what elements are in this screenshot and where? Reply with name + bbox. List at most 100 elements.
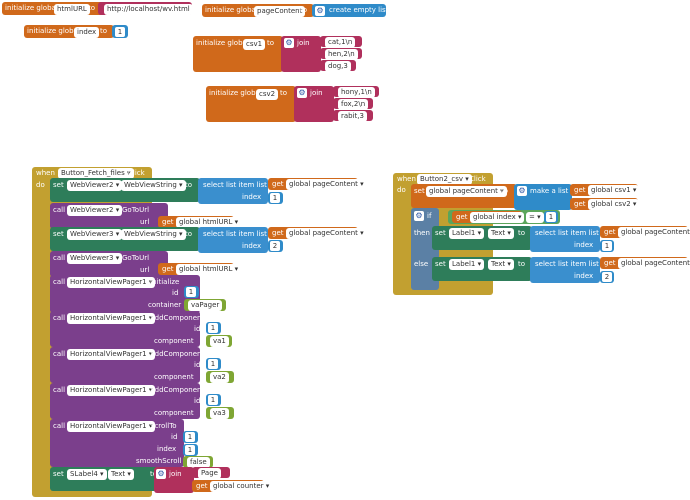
- gear-icon[interactable]: ⚙: [297, 88, 307, 98]
- number-block-id-2[interactable]: 1: [206, 322, 221, 334]
- get-page-content-then[interactable]: get global pageContent: [600, 226, 690, 238]
- call-hvp-addcomponent-2[interactable]: call HorizontalViewPager1 AddComponent i…: [50, 347, 204, 383]
- get-csv1[interactable]: get global csv1: [570, 184, 640, 196]
- make-a-list-block[interactable]: ⚙ make a list: [514, 184, 572, 210]
- var-name-pagecontent[interactable]: pageContent: [254, 6, 306, 17]
- component-dropdown[interactable]: WebViewer2: [67, 205, 123, 216]
- init-global-csv1[interactable]: initialize global csv1 to: [193, 36, 283, 72]
- var-name-index[interactable]: index: [74, 27, 100, 38]
- property-dropdown[interactable]: Text: [488, 259, 514, 270]
- compare-block[interactable]: get global index = 1: [448, 210, 560, 224]
- call-hvp-addcomponent-1[interactable]: call HorizontalViewPager1 AddComponent i…: [50, 311, 204, 347]
- variable-dropdown[interactable]: global csv1: [588, 185, 640, 196]
- number-block-then[interactable]: 1: [600, 240, 614, 252]
- component-name[interactable]: va3: [210, 408, 229, 419]
- variable-dropdown[interactable]: global htmlURL: [176, 264, 242, 275]
- number-block-1[interactable]: 1: [268, 192, 283, 204]
- text-value[interactable]: hony,1\n: [338, 87, 375, 98]
- variable-dropdown[interactable]: global csv2: [588, 199, 640, 210]
- component-dropdown[interactable]: WebViewer3: [67, 229, 123, 240]
- join-block-csv1[interactable]: ⚙ join: [281, 36, 321, 72]
- component-dropdown[interactable]: HorizontalViewPager1: [67, 313, 156, 324]
- create-empty-list-block[interactable]: ⚙ create empty list: [312, 4, 388, 17]
- component-name[interactable]: va1: [210, 336, 229, 347]
- operator-dropdown[interactable]: =: [526, 212, 544, 223]
- select-list-item-block-2[interactable]: select list item list index: [198, 227, 268, 253]
- gear-icon[interactable]: ⚙: [156, 469, 166, 479]
- component-va2[interactable]: va2: [206, 371, 234, 383]
- gear-icon[interactable]: ⚙: [315, 6, 325, 16]
- number-value[interactable]: 1: [115, 27, 125, 37]
- component-dropdown[interactable]: Label1: [449, 259, 485, 270]
- text-value[interactable]: rabit,3: [338, 111, 367, 122]
- component-vapager[interactable]: vaPager: [184, 299, 226, 311]
- set-label1-text-then[interactable]: set Label1 Text to: [432, 226, 532, 250]
- set-webviewer3-block[interactable]: set WebViewer3 WebViewString to: [50, 227, 200, 251]
- variable-dropdown[interactable]: global pageContent: [426, 186, 507, 197]
- set-slabel4-text[interactable]: set SLabel4 Text to: [50, 467, 162, 491]
- number-block-else[interactable]: 2: [600, 271, 614, 283]
- number-value[interactable]: 1: [185, 445, 195, 455]
- compare-number[interactable]: 1: [544, 211, 558, 223]
- call-webviewer2-gotourl[interactable]: call WebViewer2 GoToUrl url: [50, 203, 168, 229]
- var-name-csv1[interactable]: csv1: [243, 39, 266, 50]
- set-label1-text-else[interactable]: set Label1 Text to: [432, 257, 532, 281]
- number-value[interactable]: 2: [270, 241, 280, 251]
- number-value[interactable]: 1: [208, 395, 218, 405]
- text-block-csv2-0[interactable]: hony,1\n: [333, 86, 379, 98]
- number-block-id-4[interactable]: 1: [206, 394, 221, 406]
- number-block-id-1[interactable]: 1: [184, 286, 199, 298]
- number-value[interactable]: 1: [208, 359, 218, 369]
- component-dropdown[interactable]: Label1: [449, 228, 485, 239]
- get-page-content-else[interactable]: get global pageContent: [600, 257, 690, 269]
- text-value[interactable]: hen,2\n: [325, 49, 358, 60]
- call-hvp-initialize[interactable]: call HorizontalViewPager1 Initialize id …: [50, 275, 200, 313]
- component-name[interactable]: vaPager: [188, 300, 223, 311]
- property-dropdown[interactable]: Text: [488, 228, 514, 239]
- variable-dropdown[interactable]: global pageContent: [286, 228, 367, 239]
- component-name[interactable]: va2: [210, 372, 229, 383]
- text-value[interactable]: Page: [198, 468, 221, 479]
- number-block-id-3[interactable]: 1: [206, 358, 221, 370]
- component-dropdown[interactable]: HorizontalViewPager1: [67, 277, 156, 288]
- text-value-htmlurl[interactable]: http://localhost/wv.html: [104, 4, 193, 15]
- number-value[interactable]: 2: [602, 272, 612, 282]
- init-global-index[interactable]: initialize global index to: [24, 25, 114, 38]
- init-global-pagecontent[interactable]: initialize global pageContent to: [202, 4, 314, 17]
- select-list-item-then[interactable]: select list item list index: [530, 226, 600, 252]
- component-dropdown[interactable]: HorizontalViewPager1: [67, 385, 156, 396]
- text-value[interactable]: cat,1\n: [325, 37, 356, 48]
- join-block-csv2[interactable]: ⚙ join: [294, 86, 334, 122]
- text-block-csv2-2[interactable]: rabit,3: [333, 110, 373, 122]
- variable-dropdown[interactable]: global pageContent: [286, 179, 367, 190]
- text-block-csv1-1[interactable]: hen,2\n: [320, 48, 362, 60]
- select-list-item-else[interactable]: select list item list index: [530, 257, 600, 283]
- component-dropdown[interactable]: WebViewer3: [67, 253, 123, 264]
- number-block-index-5[interactable]: 1: [183, 444, 198, 456]
- get-global-counter[interactable]: get global counter: [192, 480, 273, 492]
- text-block-csv1-0[interactable]: cat,1\n: [320, 36, 362, 48]
- set-global-pagecontent[interactable]: set global pageContent to: [411, 184, 517, 208]
- number-value[interactable]: 1: [208, 323, 218, 333]
- text-value[interactable]: fox,2\n: [338, 99, 369, 110]
- select-list-item-block-1[interactable]: select list item list index: [198, 178, 268, 204]
- var-name-htmlurl[interactable]: htmlURL: [54, 4, 90, 15]
- text-block-htmlurl[interactable]: http://localhost/wv.html: [98, 2, 193, 15]
- variable-dropdown[interactable]: global index: [470, 212, 525, 223]
- get-csv2[interactable]: get global csv2: [570, 198, 640, 210]
- join-block-label[interactable]: ⚙ join: [154, 467, 194, 493]
- gear-icon[interactable]: ⚙: [284, 38, 294, 48]
- gear-icon[interactable]: ⚙: [414, 211, 424, 221]
- number-block-2[interactable]: 2: [268, 240, 283, 252]
- number-value[interactable]: 1: [186, 287, 196, 297]
- init-global-csv2[interactable]: initialize global csv2 to: [206, 86, 296, 122]
- get-index[interactable]: get global index: [452, 211, 525, 223]
- variable-dropdown[interactable]: global pageContent: [618, 258, 690, 269]
- property-dropdown[interactable]: WebViewString: [121, 180, 186, 191]
- component-dropdown[interactable]: HorizontalViewPager1: [67, 349, 156, 360]
- call-hvp-scrollto[interactable]: call HorizontalViewPager1 ScrollTo id in…: [50, 419, 184, 467]
- get-page-content-1[interactable]: get global pageContent: [268, 178, 367, 190]
- number-value[interactable]: 1: [546, 212, 556, 222]
- number-block-index[interactable]: 1: [112, 25, 128, 38]
- number-block-id-5[interactable]: 1: [183, 431, 198, 443]
